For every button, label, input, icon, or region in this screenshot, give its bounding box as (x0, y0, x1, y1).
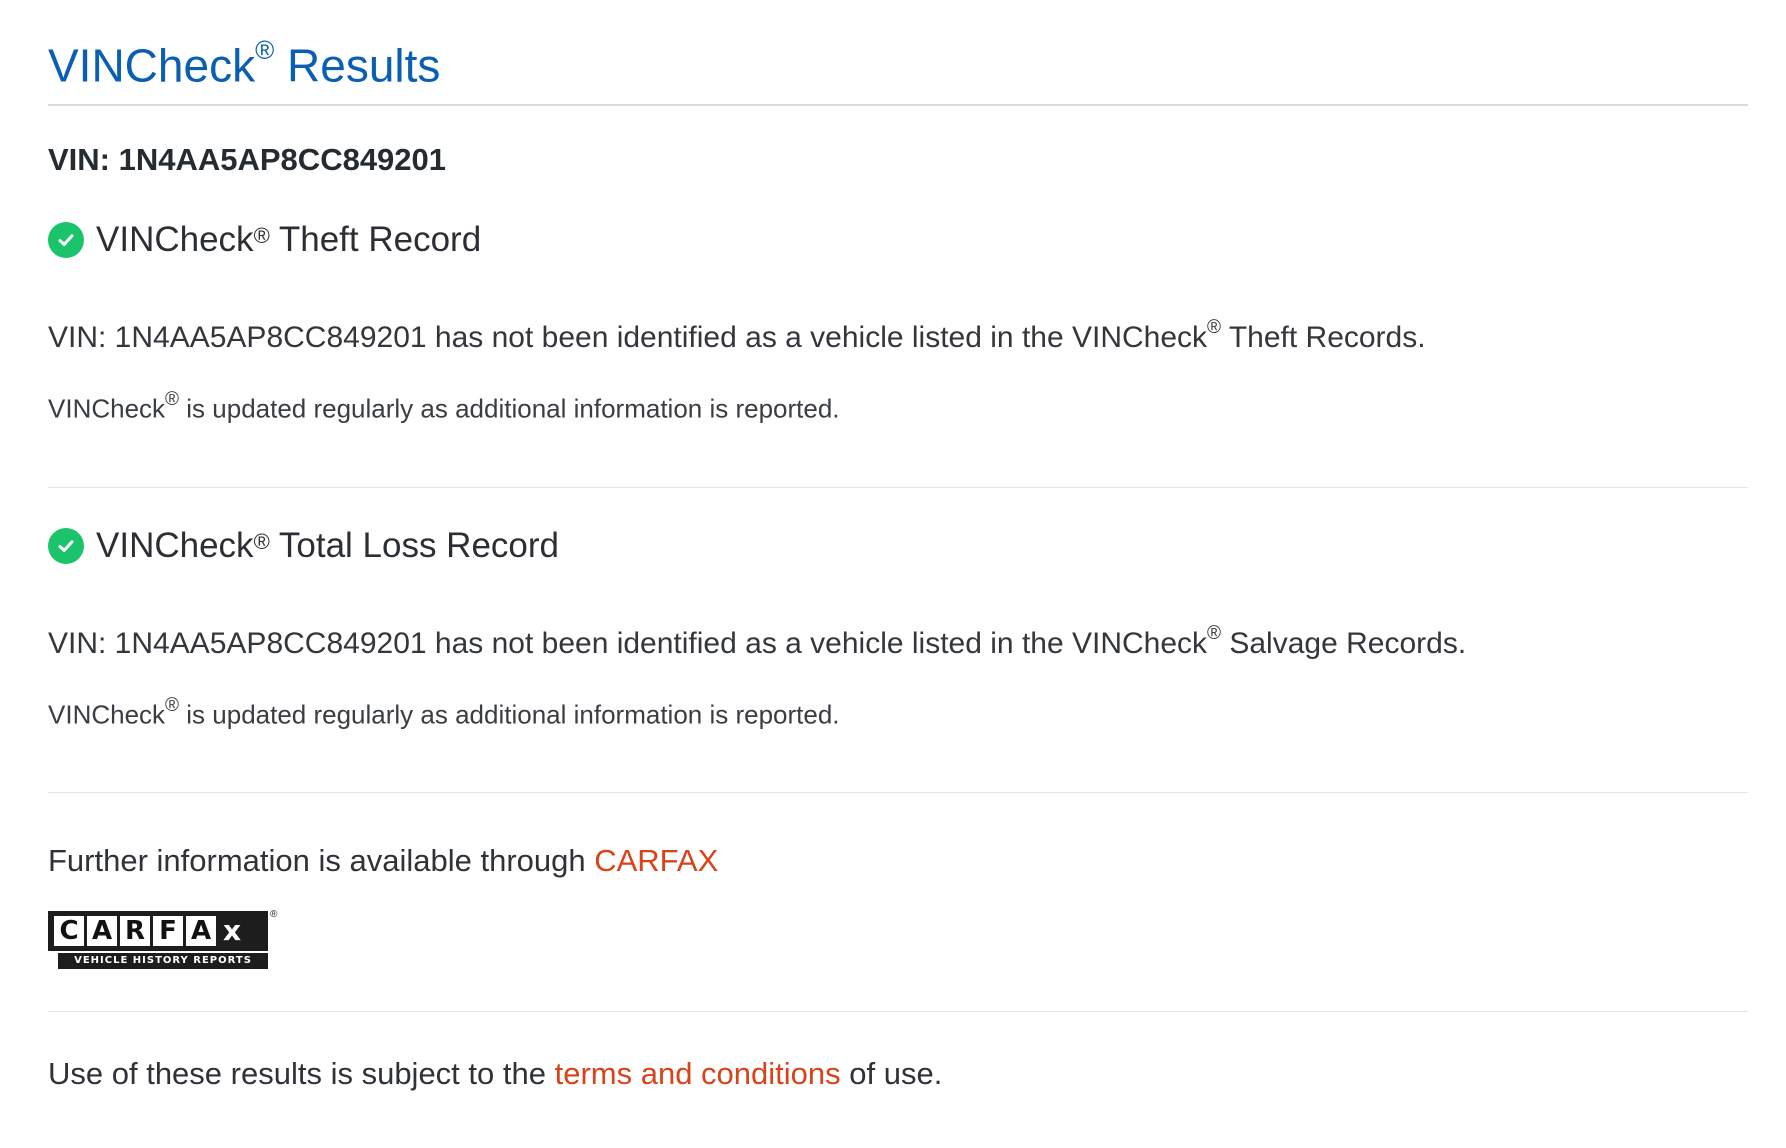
further-info-text: Further information is available through (48, 843, 595, 879)
vincheck-results-page: VINCheck® Results VIN: 1N4AA5AP8CC849201… (48, 0, 1748, 1096)
theft-result-suffix: Theft Records. (1221, 321, 1426, 354)
further-information: Further information is available through… (48, 839, 1748, 883)
section-divider (48, 1011, 1748, 1013)
total-loss-heading-suffix: Total Loss Record (269, 525, 560, 565)
title-divider (48, 104, 1748, 106)
carfax-x-mark: x (223, 914, 242, 948)
theft-record-heading: VINCheck ® Theft Record (48, 212, 1748, 268)
theft-note-text: VINCheck (48, 393, 166, 424)
carfax-letter: A (87, 916, 117, 947)
section-divider (48, 792, 1748, 794)
terms-and-conditions-link[interactable]: terms and conditions (555, 1056, 841, 1091)
total-loss-note-suffix: is updated regularly as additional infor… (179, 699, 840, 730)
total-loss-record-section: VINCheck ® Total Loss Record VIN: 1N4AA5A… (48, 488, 1748, 793)
theft-heading-suffix: Theft Record (269, 220, 482, 259)
page-title-text: VINCheck (48, 39, 256, 92)
terms-suffix: of use. (840, 1056, 943, 1092)
carfax-logo[interactable]: C A R F A x ® VEHICLE HISTORY REPORTS (48, 909, 278, 971)
carfax-letter: A (186, 916, 216, 947)
total-loss-result-suffix: Salvage Records. (1221, 626, 1467, 660)
carfax-logo-wordmark: C A R F A x (48, 911, 268, 952)
terms-prefix: Use of these results is subject to the (48, 1056, 555, 1092)
theft-heading-text: VINCheck (96, 220, 254, 259)
total-loss-record-result: VIN: 1N4AA5AP8CC849201 has not been iden… (48, 616, 1748, 665)
registered-mark: ® (1207, 317, 1222, 338)
carfax-tagline: VEHICLE HISTORY REPORTS (58, 953, 268, 970)
carfax-letter: C (54, 916, 84, 947)
page-title-suffix: Results (274, 39, 441, 92)
page-title: VINCheck® Results (48, 0, 1748, 104)
theft-note-suffix: is updated regularly as additional infor… (179, 393, 840, 424)
registered-mark: ® (165, 389, 180, 410)
theft-result-text: VIN: 1N4AA5AP8CC849201 has not been iden… (48, 321, 1208, 354)
registered-mark: ® (255, 35, 275, 65)
theft-record-result: VIN: 1N4AA5AP8CC849201 has not been iden… (48, 310, 1748, 359)
theft-record-note: VINCheck® is updated regularly as additi… (48, 385, 1748, 427)
check-circle-icon (48, 527, 84, 564)
total-loss-record-note: VINCheck® is updated regularly as additi… (48, 691, 1748, 733)
registered-mark: ® (165, 694, 180, 716)
registered-mark: ® (1207, 622, 1222, 644)
check-circle-icon (48, 222, 84, 258)
vin-label: VIN: 1N4AA5AP8CC849201 (48, 142, 447, 177)
carfax-link[interactable]: CARFAX (594, 843, 718, 878)
total-loss-result-text: VIN: 1N4AA5AP8CC849201 has not been iden… (48, 626, 1208, 660)
carfax-letter: F (153, 916, 183, 947)
total-loss-heading-text: VINCheck (96, 525, 254, 565)
carfax-registered-mark: ® (270, 909, 278, 921)
theft-record-section: VINCheck ® Theft Record VIN: 1N4AA5AP8CC8… (48, 182, 1748, 487)
total-loss-note-text: VINCheck (48, 699, 166, 730)
terms-notice: Use of these results is subject to the t… (48, 1052, 1748, 1096)
registered-mark: ® (253, 528, 270, 554)
carfax-letter: R (120, 916, 150, 947)
registered-mark: ® (253, 223, 270, 248)
total-loss-record-heading: VINCheck ® Total Loss Record (48, 518, 1748, 574)
